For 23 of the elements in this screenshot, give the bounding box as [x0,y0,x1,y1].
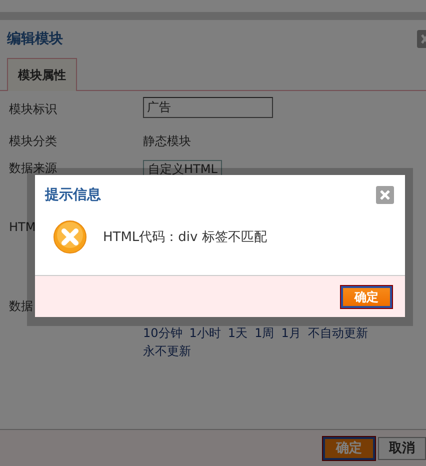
close-icon[interactable] [417,30,426,48]
close-icon[interactable] [376,186,394,204]
refresh-link[interactable]: 不自动更新 [308,324,368,342]
confirm-button[interactable]: 确定 [341,286,392,308]
field-label: HTM [9,220,37,234]
refresh-link[interactable]: 1月 [281,324,301,342]
field-label: 数据来源 [9,160,58,177]
field-value: 静态模块 [143,133,191,150]
alert-title: 提示信息 [45,186,101,204]
field-label: 模块分类 [9,133,58,150]
tab[interactable]: 模块属性 [7,58,77,91]
refresh-link[interactable]: 1小时 [189,324,221,342]
field-label: 模块标识 [9,101,58,118]
field-label: 数据 [9,298,34,315]
error-icon [53,220,87,254]
refresh-link[interactable]: 1周 [254,324,274,342]
cancel-button[interactable]: 取消 [378,436,426,460]
refresh-link[interactable]: 永不更新 [143,342,191,360]
dialog-title: 编辑模块 [7,30,63,48]
refresh-link[interactable]: 1天 [228,324,248,342]
input-field[interactable]: 广告 [143,97,273,118]
refresh-link[interactable]: 10分钟 [143,324,182,342]
alert-message: HTML代码：div 标签不匹配 [103,229,267,246]
